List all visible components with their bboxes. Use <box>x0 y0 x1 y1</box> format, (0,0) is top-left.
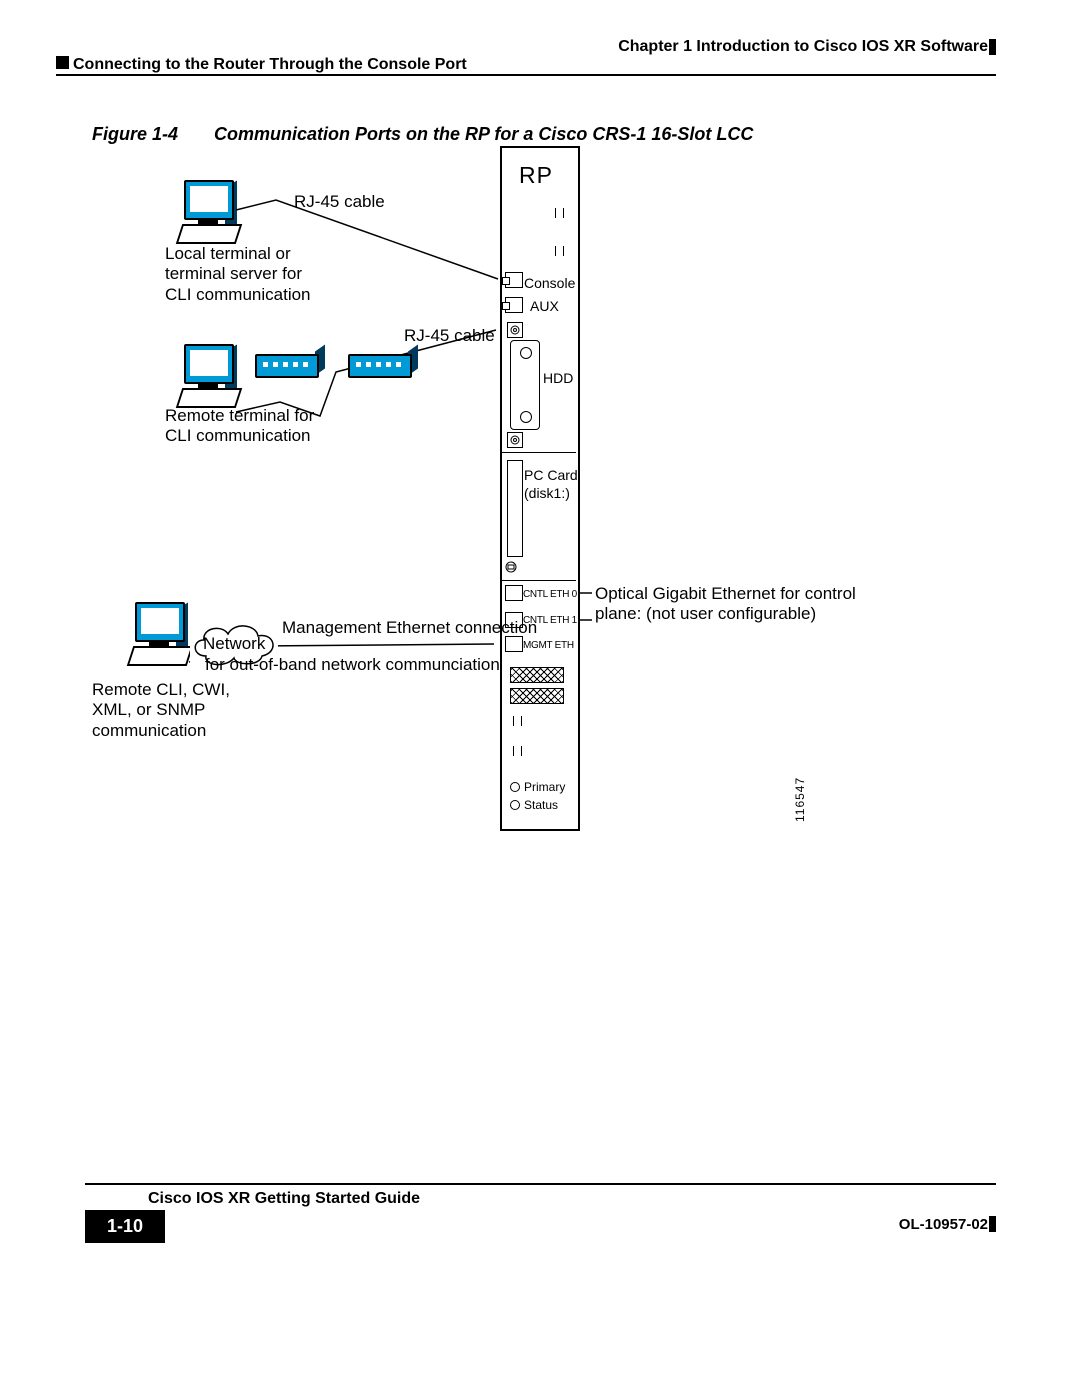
rp-title: RP <box>519 162 553 189</box>
console-label: Console <box>524 275 575 291</box>
aux-port <box>505 297 523 313</box>
figure-caption: Communication Ports on the RP for a Cisc… <box>214 124 753 145</box>
footer-accent-bar <box>989 1216 996 1232</box>
rj45-mid-label: RJ-45 cable <box>404 326 495 346</box>
header-accent-bar <box>989 39 996 55</box>
network-label: Network <box>203 634 265 654</box>
primary-led-label: Primary <box>524 780 565 794</box>
modem-icon <box>255 354 319 378</box>
modem-icon <box>348 354 412 378</box>
hdd-label: HDD <box>543 370 573 386</box>
card-break-icon <box>555 246 564 256</box>
figure-id: 116547 <box>793 777 807 822</box>
aux-label: AUX <box>530 298 559 314</box>
hdd-bottom-plate <box>507 432 523 448</box>
status-led <box>510 800 520 810</box>
card-break-icon <box>513 746 522 756</box>
status-led-label: Status <box>524 798 558 812</box>
vent-icon <box>510 688 564 704</box>
computer-icon <box>179 344 235 406</box>
mgmt-eth-port <box>505 636 523 652</box>
card-break-icon <box>513 716 522 726</box>
hdd-slot <box>510 340 540 430</box>
pccard-slot <box>507 460 523 557</box>
section-title: Connecting to the Router Through the Con… <box>73 56 467 74</box>
pccard-label: PC Card (disk1:) <box>524 467 578 502</box>
footer-rule <box>85 1183 996 1185</box>
page-number: 1-10 <box>85 1210 165 1243</box>
figure-number: Figure 1-4 <box>92 124 178 145</box>
local-terminal-label: Local terminal or terminal server for CL… <box>165 244 311 305</box>
section-bullet <box>56 56 69 69</box>
console-port <box>505 272 523 288</box>
primary-led <box>510 782 520 792</box>
footer-doc-id: OL-10957-02 <box>899 1216 988 1233</box>
hdd-top-plate <box>507 322 523 338</box>
mgmt-eth-desc-2: for out-of-band network communciation <box>205 655 500 675</box>
computer-icon <box>179 180 235 242</box>
remote-terminal-label: Remote terminal for CLI communication <box>165 406 314 447</box>
rp-divider <box>502 452 576 453</box>
computer-icon <box>130 602 186 664</box>
cntl-eth0-port <box>505 585 523 601</box>
vent-icon <box>510 667 564 683</box>
mgmt-eth-desc-1: Management Ethernet connection <box>282 618 537 638</box>
header-rule <box>56 74 996 76</box>
optical-ge-label: Optical Gigabit Ethernet for control pla… <box>595 584 856 625</box>
card-break-icon <box>555 208 564 218</box>
mgmt-eth-label: MGMT ETH <box>523 640 574 651</box>
rp-divider <box>502 580 576 581</box>
rj45-top-label: RJ-45 cable <box>294 192 385 212</box>
eject-icon <box>504 560 518 574</box>
chapter-title: Chapter 1 Introduction to Cisco IOS XR S… <box>618 38 988 56</box>
cntl-eth0-label: CNTL ETH 0 <box>523 589 577 600</box>
footer-doc-title: Cisco IOS XR Getting Started Guide <box>148 1190 420 1208</box>
remote-cli-label: Remote CLI, CWI, XML, or SNMP communicat… <box>92 680 230 741</box>
